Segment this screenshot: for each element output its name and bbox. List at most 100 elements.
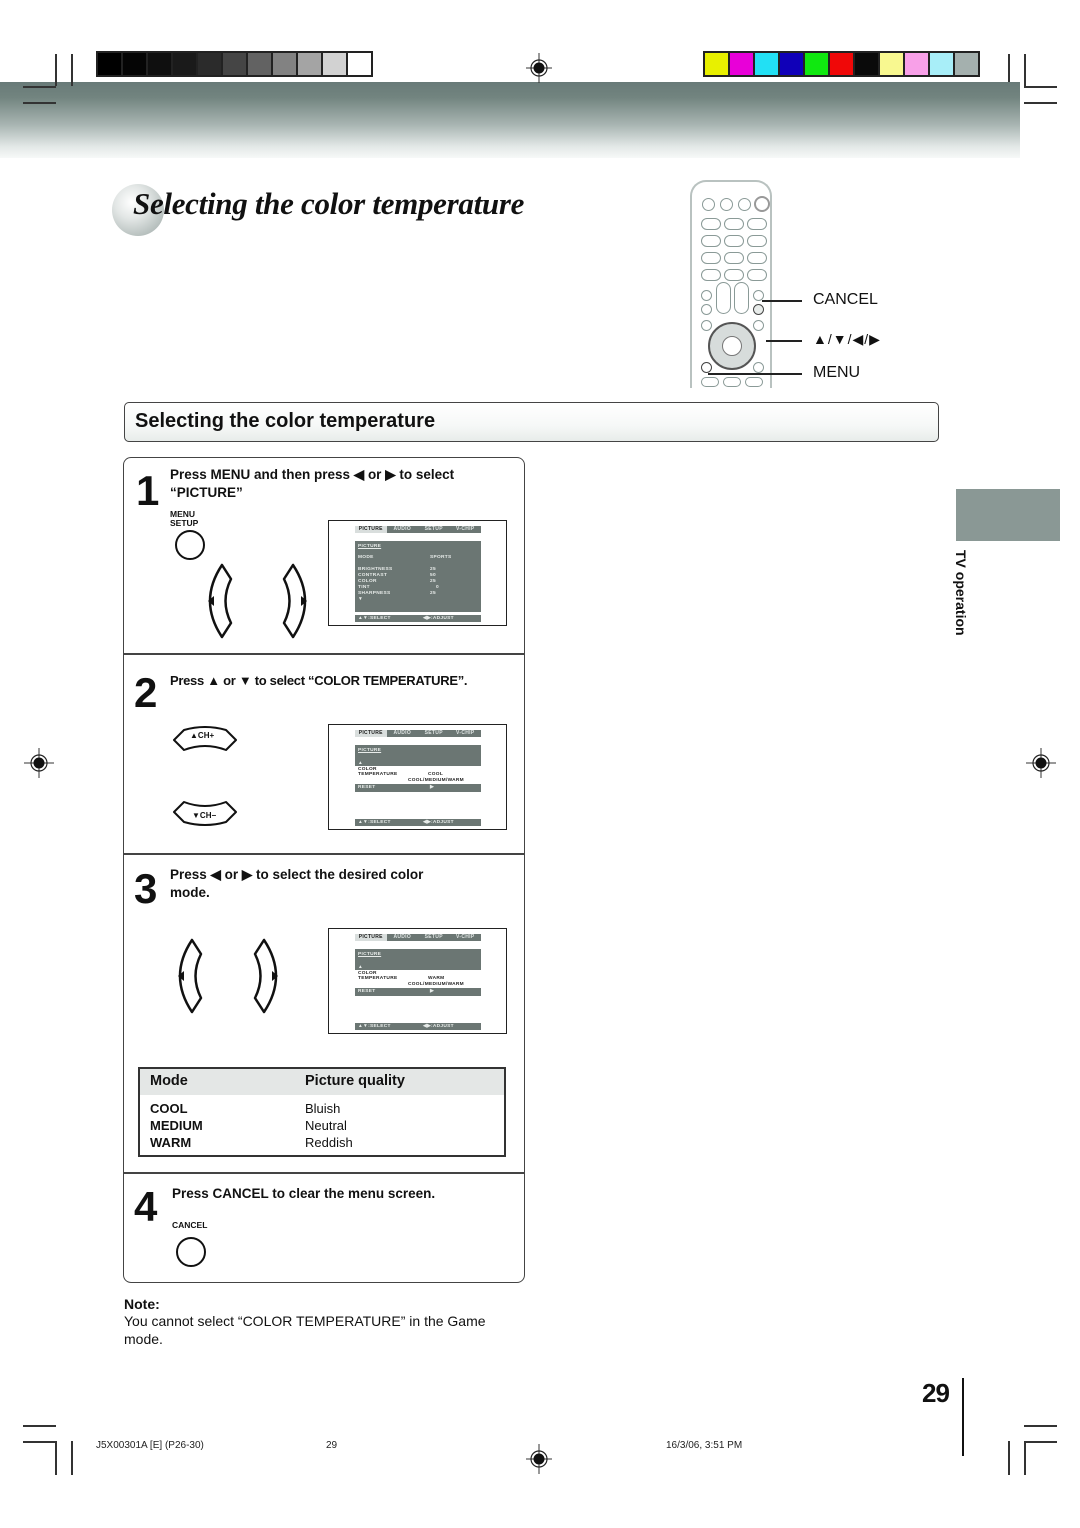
crop-mark [1024,1425,1057,1427]
crop-mark [23,1425,56,1427]
osd-tab-setup: SETUP [424,934,443,940]
osd-highlighted-item: COLOR TEMPERATURE WARM COOL/MEDIUM/WARM [355,970,481,988]
osd-tab-vchip: V-CHIP [456,526,475,532]
cancel-button-icon [176,1237,206,1267]
osd-tab-setup: SETUP [424,730,443,736]
osd-tab-vchip: V-CHIP [456,730,475,736]
step-divider [124,1172,524,1174]
osd-panel: PICTURE ▲ COLOR TEMPERATURE COOL COOL/ME… [355,745,481,792]
osd-tabs: PICTURE AUDIO SETUP V-CHIP [355,526,481,533]
section-header: Selecting the color temperature [124,402,939,442]
mode-table-header: Mode Picture quality [140,1069,504,1095]
osd-panel-title: PICTURE [358,952,382,957]
calibration-swatch [223,53,246,75]
remote-control-illustration [690,180,772,388]
step-number: 2 [134,669,158,716]
osd-screen-color-temperature-cool: PICTURE AUDIO SETUP V-CHIP PICTURE ▲ COL… [328,724,507,830]
osd-more-indicator: ▼ [358,597,364,602]
step-instruction-line: Press ▲ or ▼ to select “COLOR TEMPERATUR… [170,673,468,688]
footer-doc-code: J5X00301A [E] (P26-30) [96,1440,204,1451]
calibration-swatch [930,53,953,75]
osd-panel: PICTURE MODE SPORTS BRIGHTNESS 25 CONTRAST… [355,541,481,612]
footer-page: 29 [326,1440,338,1451]
step-divider [124,653,524,655]
channel-down-label: ▼CH− [192,811,217,820]
calibration-swatch [123,53,146,75]
remote-label-menu: MENU [813,364,861,381]
step-instruction-line: mode. [170,885,210,900]
remote-label-cancel: CANCEL [813,291,878,308]
calibration-swatch [755,53,778,75]
left-arrow-button-icon [178,938,203,1014]
note-title: Note: [124,1296,160,1312]
osd-tab-vchip: V-CHIP [456,934,475,940]
calibration-swatch [298,53,321,75]
crop-mark [71,54,73,86]
chapter-tab [956,489,1060,541]
header-gradient-band [0,82,1020,158]
color-calibration-bars [703,51,980,77]
osd-highlighted-item: COLOR TEMPERATURE COOL COOL/MEDIUM/WARM [355,766,481,784]
registration-mark-icon [526,53,552,83]
osd-tab-picture: PICTURE [355,730,387,737]
page-title: Selecting the color temperature [133,186,525,221]
osd-row: BRIGHTNESS 25 [358,567,436,572]
step-instruction-line: Press MENU and then press ◀ or ▶ to sele… [170,467,455,482]
footer-timestamp: 16/3/06, 3:51 PM [666,1440,743,1451]
osd-tab-audio: AUDIO [393,526,412,532]
crop-mark [71,1441,73,1475]
osd-tab-picture: PICTURE [355,934,387,941]
mode-table: Mode Picture quality COOL Bluish MEDIUM … [138,1067,506,1157]
right-arrow-button-icon [253,938,278,1014]
chapter-tab-label: TV operation [953,550,969,636]
crop-mark [1024,1441,1026,1475]
osd-row: MODE SPORTS [358,555,452,560]
calibration-swatch [730,53,753,75]
step-divider [124,853,524,855]
channel-up-label: ▲CH+ [190,731,215,740]
calibration-swatch [173,53,196,75]
crop-mark [55,1441,57,1475]
setup-button-label: SETUP [170,518,199,528]
page-number-rule [962,1378,964,1456]
osd-current-value: WARM [428,976,445,981]
osd-tab-setup: SETUP [424,526,443,532]
calibration-swatch [248,53,271,75]
osd-value-options: COOL/MEDIUM/WARM [408,778,464,783]
left-arrow-button-icon [208,563,233,639]
grayscale-calibration-bars [96,51,373,77]
osd-tab-audio: AUDIO [393,730,412,736]
column-header-mode: Mode [150,1073,188,1089]
calibration-swatch [805,53,828,75]
crop-mark [1024,102,1057,104]
osd-footer: ▲▼:SELECT ◀▶:ADJUST [355,1023,481,1030]
column-header-picture-quality: Picture quality [305,1073,405,1089]
crop-mark [23,102,56,104]
step-instruction-line: Press CANCEL to clear the menu screen. [172,1186,436,1201]
callout-line [762,300,802,302]
registration-mark-icon [1026,748,1056,778]
crop-mark [55,54,57,86]
osd-footer: ▲▼:SELECT ◀▶:ADJUST [355,615,481,622]
osd-screen-picture-menu: PICTURE AUDIO SETUP V-CHIP PICTURE MODE S… [328,520,507,626]
section-heading: Selecting the color temperature [135,410,436,432]
calibration-swatch [855,53,878,75]
calibration-swatch [198,53,221,75]
crop-mark [1024,54,1026,86]
crop-mark [1008,54,1010,82]
calibration-swatch [955,53,978,75]
step-instruction-line: “PICTURE” [170,485,243,500]
osd-tab-picture: PICTURE [355,526,387,533]
calibration-swatch [880,53,903,75]
osd-reset-row: RESET ▶ [358,785,434,790]
calibration-swatch [905,53,928,75]
osd-row: SHARPNESS 25 [358,591,436,596]
calibration-swatch [780,53,803,75]
step-number: 1 [136,467,160,514]
calibration-swatch [348,53,371,75]
osd-row: CONTRAST 50 [358,573,436,578]
calibration-swatch [705,53,728,75]
crop-mark [23,1441,56,1443]
osd-footer: ▲▼:SELECT ◀▶:ADJUST [355,819,481,826]
osd-panel: PICTURE ▲ COLOR TEMPERATURE WARM COOL/ME… [355,949,481,996]
